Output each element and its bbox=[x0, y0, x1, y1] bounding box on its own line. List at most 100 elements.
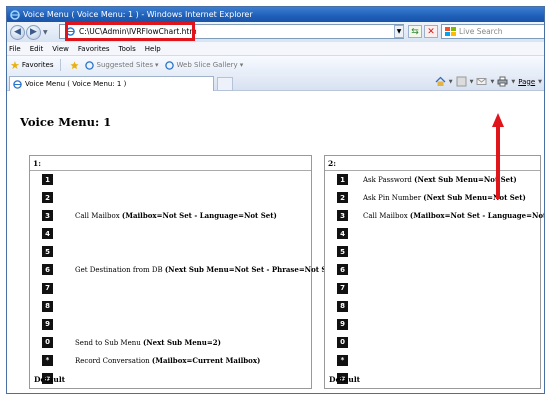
home-dropdown-icon[interactable]: ▼ bbox=[449, 79, 453, 85]
key-icon: 6 bbox=[42, 264, 53, 276]
slice-dropdown-icon[interactable]: ▾ bbox=[240, 61, 244, 69]
back-button[interactable]: ◀ bbox=[10, 24, 25, 40]
menu-row-action: Call Mailbox (Mailbox=Not Set - Language… bbox=[363, 211, 545, 221]
menu-row: 1 bbox=[30, 171, 311, 189]
page-dropdown-icon[interactable]: ▼ bbox=[538, 79, 542, 85]
browser-window: Voice Menu ( Voice Menu: 1 ) - Windows I… bbox=[6, 6, 545, 394]
menu-row: # bbox=[30, 370, 311, 388]
suggested-sites-link[interactable]: Suggested Sites bbox=[97, 61, 154, 69]
menu-panel-header: 2: bbox=[325, 156, 540, 171]
page-content: Voice Menu: 1 1: 1 2 3 Call Mailbox (Mailbo… bbox=[7, 91, 544, 393]
print-icon[interactable] bbox=[497, 76, 508, 87]
key-icon: 5 bbox=[337, 246, 348, 258]
key-icon: * bbox=[337, 354, 348, 366]
address-url: C:\UC\Admin\IVRFlowChart.htm bbox=[79, 27, 197, 36]
favorites-button[interactable]: Favorites bbox=[22, 61, 54, 69]
add-favorite-icon[interactable] bbox=[70, 61, 79, 70]
live-search-icon bbox=[445, 27, 456, 36]
search-input[interactable]: Live Search bbox=[441, 24, 544, 39]
menu-panel-header: 1: bbox=[30, 156, 311, 171]
menu-row: 2 Ask Pin Number (Next Sub Menu=Not Set) bbox=[325, 189, 540, 207]
new-tab-button[interactable] bbox=[217, 77, 233, 91]
menu-favorites[interactable]: Favorites bbox=[78, 45, 110, 53]
print-dropdown-icon[interactable]: ▼ bbox=[511, 79, 515, 85]
home-icon[interactable] bbox=[435, 76, 446, 87]
menu-row: 2 bbox=[30, 189, 311, 207]
suggested-sites-icon bbox=[84, 60, 94, 70]
menu-row: 9 bbox=[30, 316, 311, 334]
menu-help[interactable]: Help bbox=[145, 45, 161, 53]
menu-row: 1 Ask Password (Next Sub Menu=Not Set) bbox=[325, 171, 540, 189]
action-detail: (Mailbox=Current Mailbox) bbox=[151, 355, 261, 365]
key-icon: 7 bbox=[337, 282, 348, 294]
command-bar: ▼ ▼ ▼ ▼ Page ▼ bbox=[435, 76, 542, 87]
mail-icon[interactable] bbox=[476, 76, 487, 87]
page-menu-button[interactable]: Page bbox=[518, 78, 535, 86]
menu-row-action: Record Conversation (Mailbox=Current Mai… bbox=[75, 356, 260, 365]
menu-row: * bbox=[325, 352, 540, 370]
history-dropdown-icon[interactable]: ▼ bbox=[43, 29, 48, 36]
menu-row: 4 bbox=[30, 225, 311, 243]
menu-row: 5 bbox=[325, 243, 540, 261]
menu-edit[interactable]: Edit bbox=[30, 45, 44, 53]
key-icon: 9 bbox=[337, 318, 348, 330]
key-icon: 0 bbox=[42, 336, 53, 348]
key-icon: 4 bbox=[337, 228, 348, 240]
menu-bar: File Edit View Favorites Tools Help bbox=[7, 42, 544, 56]
address-dropdown-button[interactable]: ▼ bbox=[394, 25, 404, 38]
window-title: Voice Menu ( Voice Menu: 1 ) - Windows I… bbox=[23, 10, 253, 19]
menu-tools[interactable]: Tools bbox=[119, 45, 136, 53]
key-icon: 3 bbox=[42, 210, 53, 222]
mail-dropdown-icon[interactable]: ▼ bbox=[490, 79, 494, 85]
action-detail: (Mailbox=Not Set - Language=Not Set) bbox=[409, 211, 545, 221]
menu-row: 9 bbox=[325, 316, 540, 334]
menu-row: 0 bbox=[325, 334, 540, 352]
web-slice-gallery-link[interactable]: Web Slice Gallery bbox=[177, 61, 238, 69]
menu-row: 7 bbox=[30, 280, 311, 298]
menu-row: 8 bbox=[325, 298, 540, 316]
menu-view[interactable]: View bbox=[52, 45, 69, 53]
action-name: Ask Pin Number bbox=[363, 194, 424, 203]
menu-row-action: Send to Sub Menu (Next Sub Menu=2) bbox=[75, 338, 221, 347]
menu-row: 6 bbox=[325, 261, 540, 279]
feeds-icon[interactable] bbox=[456, 76, 467, 87]
address-bar[interactable]: C:\UC\Admin\IVRFlowChart.htm bbox=[59, 24, 404, 39]
action-name: Record Conversation bbox=[75, 356, 152, 365]
key-icon: 2 bbox=[337, 192, 348, 204]
title-bar: Voice Menu ( Voice Menu: 1 ) - Windows I… bbox=[7, 7, 544, 22]
action-detail: (Mailbox=Not Set - Language=Not Set) bbox=[121, 211, 277, 221]
action-detail: (Next Sub Menu=Not Set) bbox=[423, 193, 526, 203]
default-label: Default bbox=[34, 375, 66, 384]
menu-panel-1: 1: 1 2 3 Call Mailbox (Mailbox=Not Set - La… bbox=[29, 155, 337, 389]
menu-file[interactable]: File bbox=[9, 45, 21, 53]
key-icon: 0 bbox=[337, 336, 348, 348]
menu-key-list: 1 2 3 Call Mailbox (Mailbox=Not Set - Langu… bbox=[30, 171, 337, 388]
forward-button[interactable]: ▶ bbox=[26, 24, 41, 40]
action-detail: (Next Sub Menu=2) bbox=[142, 337, 221, 347]
tab-ie-icon bbox=[13, 79, 22, 89]
tab-label: Voice Menu ( Voice Menu: 1 ) bbox=[25, 80, 127, 88]
menu-row: 7 bbox=[325, 280, 540, 298]
feeds-dropdown-icon[interactable]: ▼ bbox=[470, 79, 474, 85]
action-name: Get Destination from DB bbox=[75, 266, 165, 275]
key-icon: 2 bbox=[42, 192, 53, 204]
default-label: Default bbox=[329, 375, 361, 384]
menu-row-action: Ask Password (Next Sub Menu=Not Set) bbox=[363, 175, 517, 184]
ie-logo-icon bbox=[10, 9, 20, 20]
menu-row: 0 Send to Sub Menu (Next Sub Menu=2) bbox=[30, 334, 311, 352]
menu-row: * Record Conversation (Mailbox=Current Ma… bbox=[30, 352, 311, 370]
tab-voice-menu[interactable]: Voice Menu ( Voice Menu: 1 ) bbox=[9, 76, 214, 91]
action-detail: (Next Sub Menu=Not Set - Phrase=Not Set) bbox=[164, 265, 338, 275]
action-name: Ask Password bbox=[363, 176, 415, 184]
web-slice-icon bbox=[164, 60, 174, 70]
menu-row: 4 bbox=[325, 225, 540, 243]
key-icon: 8 bbox=[42, 300, 53, 312]
key-icon: 4 bbox=[42, 228, 53, 240]
key-icon: 7 bbox=[42, 282, 53, 294]
menu-row: 3 Call Mailbox (Mailbox=Not Set - Languag… bbox=[325, 207, 544, 225]
suggested-dropdown-icon[interactable]: ▾ bbox=[155, 61, 159, 69]
key-icon: 5 bbox=[42, 246, 53, 258]
stop-button[interactable]: ✕ bbox=[424, 25, 438, 38]
refresh-button[interactable]: ⇆ bbox=[408, 25, 422, 38]
action-name: Call Mailbox bbox=[75, 212, 122, 221]
